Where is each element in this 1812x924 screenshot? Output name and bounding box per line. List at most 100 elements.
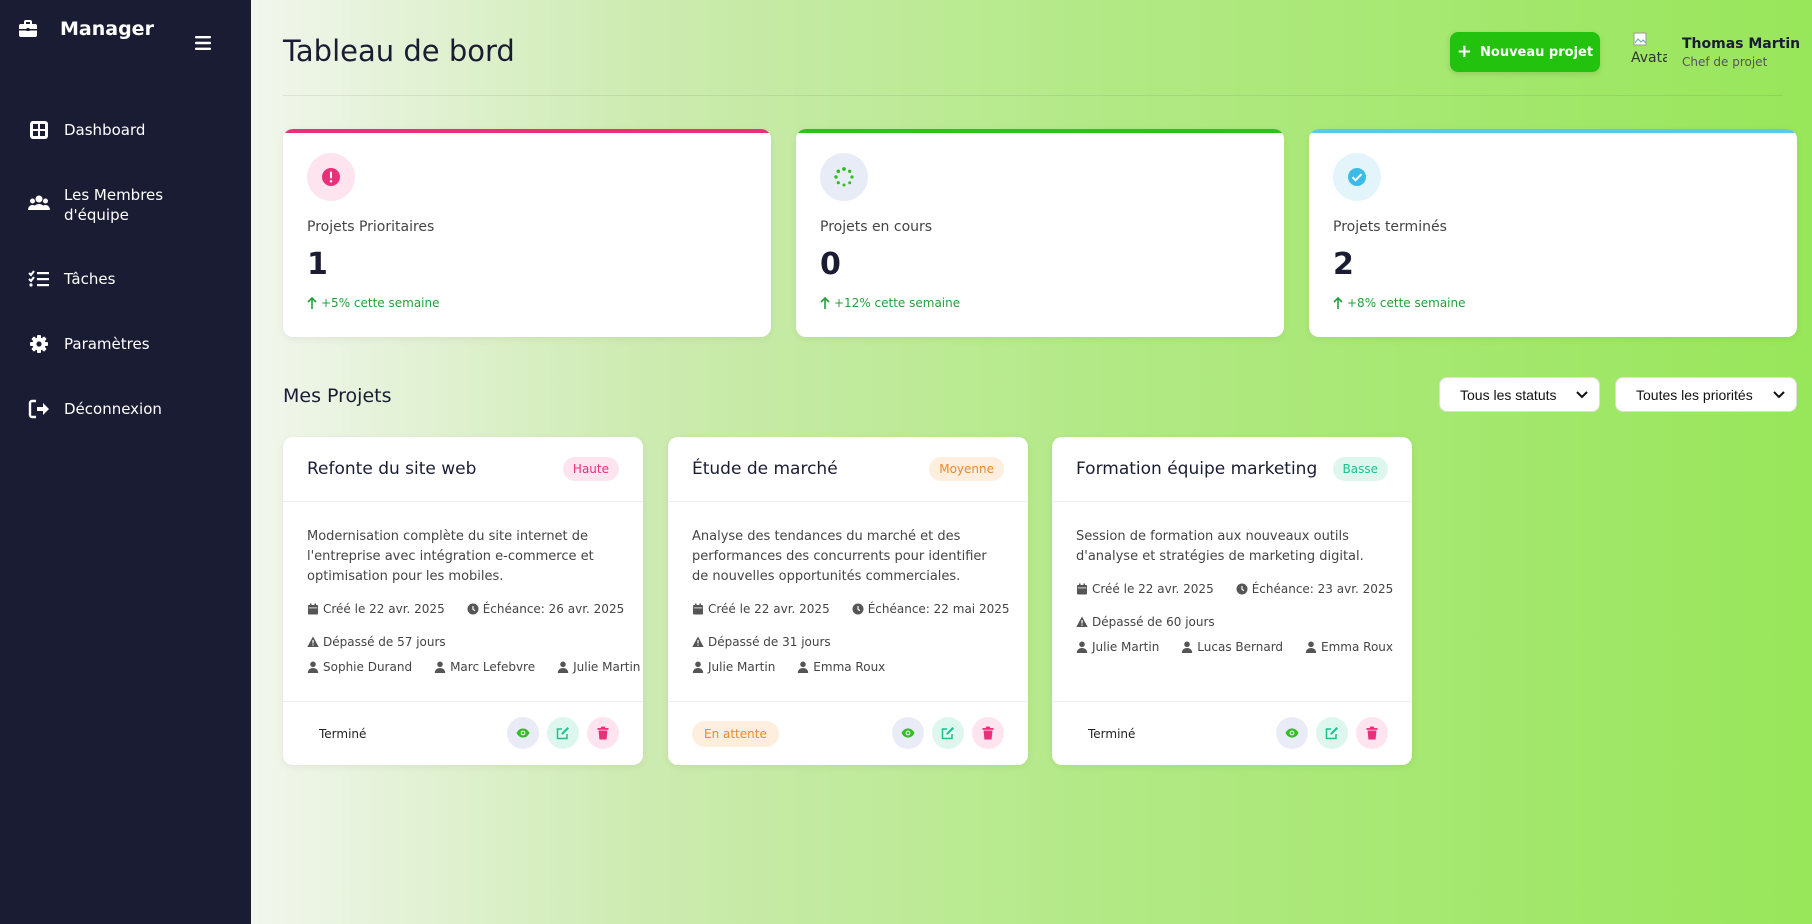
sidebar-item-settings[interactable]: Paramètres — [28, 334, 150, 354]
project-description: Analyse des tendances du marché et des p… — [692, 529, 987, 584]
project-description: Session de formation aux nouveaux outils… — [1076, 529, 1364, 564]
stat-trend: +5% cette semaine — [307, 296, 440, 310]
arrow-up-icon — [820, 297, 830, 309]
trash-icon — [982, 726, 994, 740]
overdue-warning: Dépassé de 57 jours — [307, 635, 446, 649]
sidebar-item-logout[interactable]: Déconnexion — [28, 399, 162, 419]
hamburger-menu-icon[interactable] — [193, 35, 213, 51]
trash-icon — [597, 726, 609, 740]
stat-card-accent-bar — [1309, 129, 1797, 133]
user-icon — [307, 661, 319, 673]
priority-badge: Basse — [1332, 457, 1388, 481]
view-button[interactable] — [1276, 717, 1308, 749]
logout-icon — [28, 399, 49, 419]
view-button[interactable] — [507, 717, 539, 749]
edit-button[interactable] — [547, 717, 579, 749]
edit-icon — [1325, 727, 1338, 740]
sidebar-item-tasks[interactable]: Tâches — [28, 269, 115, 289]
due-date: Échéance: 26 avr. 2025 — [482, 602, 625, 616]
member-name: Lucas Bernard — [1197, 640, 1284, 654]
spinner-icon — [834, 167, 854, 187]
brand[interactable]: Manager — [18, 18, 154, 40]
chevron-down-icon — [1576, 391, 1588, 399]
user-icon — [1182, 641, 1193, 653]
avatar[interactable]: Avatar — [1631, 32, 1667, 68]
overdue-warning: Dépassé de 60 jours — [1076, 615, 1215, 629]
status-filter-select[interactable]: Tous les statuts — [1439, 377, 1600, 412]
brand-name: Manager — [60, 18, 154, 40]
member-name: Julie Martin — [573, 660, 641, 674]
sidebar-item-label: Déconnexion — [64, 400, 162, 418]
check-circle-icon — [1348, 168, 1366, 186]
broken-image-icon — [1633, 32, 1647, 46]
status-badge: En attente — [692, 721, 779, 747]
due-date: Échéance: 22 mai 2025 — [867, 602, 1010, 616]
arrow-up-icon — [307, 297, 317, 309]
stat-trend: +12% cette semaine — [820, 296, 960, 310]
stat-card-accent-bar — [283, 129, 771, 133]
project-title: Étude de marché — [692, 459, 838, 479]
main-content: Tableau de bord + Nouveau projet Avatar … — [251, 0, 1812, 924]
user-icon — [1076, 641, 1088, 653]
eye-icon — [1285, 728, 1299, 738]
member-name: Sophie Durand — [323, 660, 413, 674]
member-name: Marc Lefebvre — [450, 660, 536, 674]
edit-button[interactable] — [1316, 717, 1348, 749]
stat-value: 0 — [820, 247, 841, 282]
divider — [668, 701, 1028, 702]
warning-icon — [1076, 616, 1088, 627]
arrow-up-icon — [1333, 297, 1343, 309]
warning-icon — [307, 636, 319, 647]
user-name: Thomas Martin — [1682, 36, 1801, 52]
user-role: Chef de projet — [1682, 55, 1768, 69]
stat-card-completed: Projets terminés 2 +8% cette semaine — [1309, 129, 1797, 337]
delete-button[interactable] — [1356, 717, 1388, 749]
eye-icon — [901, 728, 915, 738]
divider — [668, 501, 1028, 502]
project-card[interactable]: Refonte du site web Haute Modernisation … — [283, 437, 643, 765]
project-card[interactable]: Formation équipe marketing Basse Session… — [1052, 437, 1412, 765]
priority-filter-select[interactable]: Toutes les priorités — [1615, 377, 1797, 412]
stat-trend-text: +12% cette semaine — [834, 296, 961, 310]
exclamation-icon — [322, 168, 340, 186]
tasks-icon — [28, 270, 49, 287]
stat-label: Projets en cours — [820, 219, 933, 235]
project-members: Julie Martin Lucas Bernard Emma Roux — [1076, 640, 1393, 654]
project-members: Sophie Durand Marc Lefebvre Julie Martin — [307, 660, 640, 674]
user-icon — [692, 661, 704, 673]
due-date: Échéance: 23 avr. 2025 — [1251, 582, 1394, 596]
edit-button[interactable] — [932, 717, 964, 749]
project-members: Julie Martin Emma Roux — [692, 660, 885, 674]
warning-icon — [692, 636, 704, 647]
overdue-text: Dépassé de 31 jours — [708, 635, 831, 649]
calendar-icon — [308, 603, 318, 615]
user-icon — [1305, 641, 1317, 653]
users-icon — [28, 195, 50, 210]
calendar-icon — [693, 603, 703, 615]
created-date: Créé le 22 avr. 2025 — [708, 602, 830, 616]
sidebar-item-team-members[interactable]: Les Membres d'équipe — [28, 185, 174, 225]
member-name: Julie Martin — [708, 660, 776, 674]
member-name: Julie Martin — [1092, 640, 1160, 654]
sidebar-item-dashboard[interactable]: Dashboard — [28, 120, 145, 140]
delete-button[interactable] — [972, 717, 1004, 749]
created-date: Créé le 22 avr. 2025 — [1092, 582, 1214, 596]
sidebar-item-label: Paramètres — [64, 335, 150, 353]
view-button[interactable] — [892, 717, 924, 749]
divider — [283, 501, 643, 502]
stat-icon-circle — [820, 153, 868, 201]
project-card[interactable]: Étude de marché Moyenne Analyse des tend… — [668, 437, 1028, 765]
calendar-icon — [1077, 583, 1087, 595]
member-name: Emma Roux — [1321, 640, 1394, 654]
stat-icon-circle — [1333, 153, 1381, 201]
delete-button[interactable] — [587, 717, 619, 749]
edit-icon — [556, 727, 569, 740]
new-project-button[interactable]: + Nouveau projet — [1450, 32, 1600, 72]
sidebar-item-label: Les Membres d'équipe — [64, 186, 164, 224]
avatar-alt-text: Avatar — [1631, 50, 1667, 66]
grid-icon — [30, 121, 48, 139]
user-icon — [798, 661, 809, 673]
page-title: Tableau de bord — [283, 34, 515, 68]
sidebar: Manager Dashboard Les Membres d'équipe T… — [0, 0, 251, 924]
edit-icon — [941, 727, 954, 740]
